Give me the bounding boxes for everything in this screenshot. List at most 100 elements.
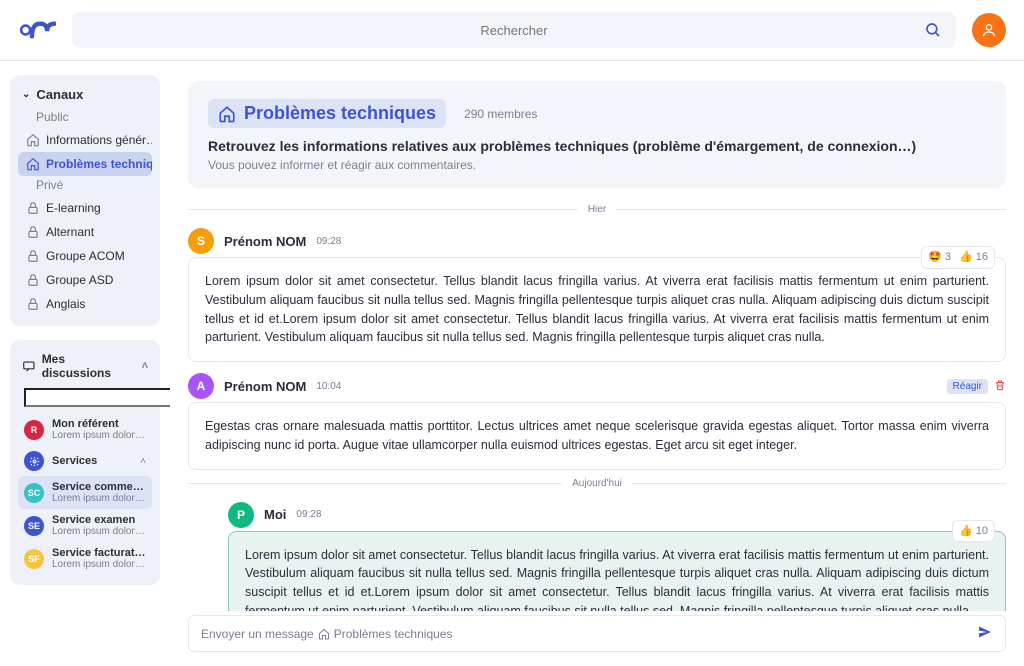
search-input[interactable] (86, 23, 942, 38)
message-own: P Moi 09:28 👍 10 Lorem ipsum dolor sit a… (188, 499, 1006, 612)
discussion-title: Service facturation (52, 547, 146, 559)
avatar: SF (24, 549, 44, 569)
home-icon (26, 133, 40, 147)
search-icon (924, 21, 942, 39)
channel-item-acom[interactable]: Groupe ACOM (18, 244, 152, 268)
channel-name: Problèmes techniques (244, 103, 436, 124)
message-composer[interactable]: Envoyer un message Problèmes techniques (188, 615, 1006, 652)
discussion-sub: Lorem ipsum dolor sit… (52, 559, 146, 570)
channel-item-asd[interactable]: Groupe ASD (18, 268, 152, 292)
channel-item-anglais[interactable]: Anglais (18, 292, 152, 316)
lock-icon (26, 225, 40, 239)
message-body: 👍 10 Lorem ipsum dolor sit amet consecte… (228, 531, 1006, 612)
discussions-header[interactable]: Mes discussions ˄ (18, 350, 152, 386)
discussion-sub: Lorem ipsum dolor sit… (52, 526, 146, 537)
discussion-item-commercial[interactable]: SC Service commercial Lorem ipsum dolor … (18, 476, 152, 509)
lock-icon (26, 201, 40, 215)
channel-badge: Problèmes techniques (208, 99, 446, 128)
discussion-item-facturation[interactable]: SF Service facturation Lorem ipsum dolor… (18, 542, 152, 575)
discussion-title: Service commercial (52, 481, 146, 493)
message-author: Prénom NOM (224, 234, 306, 249)
discussion-sub: Lorem ipsum dolor sit… (52, 430, 146, 441)
avatar: P (228, 502, 254, 528)
reactions-bar: 🤩 3 👍 16 (921, 246, 995, 269)
avatar: SE (24, 516, 44, 536)
message-author: Moi (264, 507, 286, 522)
channels-panel: ⌄ Canaux Public Informations génér… Prob… (10, 75, 160, 326)
date-divider-yesterday: Hier (188, 204, 1006, 215)
discussion-title: Mon référent (52, 418, 146, 430)
main-content: Problèmes techniques 290 membres Retrouv… (170, 61, 1024, 666)
message-feed: Hier S Prénom NOM 09:28 🤩 3 👍 (188, 188, 1006, 611)
profile-button[interactable] (972, 13, 1006, 47)
react-button[interactable]: Réagir (947, 379, 988, 394)
channel-headline: Retrouvez les informations relatives aux… (208, 138, 986, 154)
search-bar[interactable] (72, 12, 956, 48)
chevron-down-icon: ⌄ (22, 89, 30, 100)
discussions-search-input[interactable] (24, 388, 170, 407)
home-icon (218, 105, 236, 123)
nav-label: E-learning (46, 201, 101, 215)
discussions-title: Mes discussions (42, 352, 136, 380)
channels-header[interactable]: ⌄ Canaux (18, 85, 152, 108)
chat-icon (22, 359, 36, 373)
discussion-title: Service examen (52, 514, 146, 526)
reactions-bar: 👍 10 (952, 520, 995, 543)
send-button[interactable] (977, 624, 993, 643)
message-time: 09:28 (296, 509, 321, 520)
lock-icon (26, 249, 40, 263)
chevron-up-icon: ˄ (142, 360, 148, 372)
emoji: 👍 (959, 249, 973, 266)
avatar: SC (24, 483, 44, 503)
channels-public-label[interactable]: Public (18, 108, 152, 128)
discussion-item-examen[interactable]: SE Service examen Lorem ipsum dolor sit… (18, 509, 152, 542)
nav-label: Groupe ASD (46, 273, 113, 287)
channels-title: Canaux (36, 87, 83, 102)
message-text: Lorem ipsum dolor sit amet consectetur. … (205, 274, 989, 344)
services-icon (24, 451, 44, 471)
nav-label: Informations génér… (46, 133, 152, 147)
message-body: 🤩 3 👍 16 Lorem ipsum dolor sit amet cons… (188, 257, 1006, 362)
channel-members: 290 membres (464, 107, 537, 121)
date-divider-today: Aujourd'hui (188, 478, 1006, 489)
channel-item-problems[interactable]: Problèmes techniqu… (18, 152, 152, 176)
message-author: Prénom NOM (224, 379, 306, 394)
app-logo (18, 17, 56, 43)
nav-label: Alternant (46, 225, 94, 239)
channel-item-alternant[interactable]: Alternant (18, 220, 152, 244)
emoji: 👍 (959, 523, 973, 540)
nav-label: Groupe ACOM (46, 249, 125, 263)
reaction[interactable]: 👍 10 (959, 523, 988, 540)
message-time: 09:28 (316, 236, 341, 247)
channel-item-info[interactable]: Informations génér… (18, 128, 152, 152)
home-icon (26, 157, 40, 171)
app-header (0, 0, 1024, 61)
avatar: A (188, 373, 214, 399)
composer-placeholder: Envoyer un message Problèmes techniques (201, 627, 452, 641)
discussion-item-services[interactable]: Services ˄ (18, 446, 152, 476)
discussion-item-referent[interactable]: R Mon référent Lorem ipsum dolor sit… (18, 413, 152, 446)
nav-label: Problèmes techniqu… (46, 157, 152, 171)
reaction[interactable]: 🤩 3 (928, 249, 951, 266)
channel-header: Problèmes techniques 290 membres Retrouv… (188, 81, 1006, 188)
home-icon (318, 628, 330, 640)
lock-icon (26, 297, 40, 311)
reaction[interactable]: 👍 16 (959, 249, 988, 266)
nav-label: Anglais (46, 297, 85, 311)
message-body: Egestas cras ornare malesuada mattis por… (188, 402, 1006, 470)
emoji: 🤩 (928, 249, 942, 266)
delete-button[interactable] (994, 379, 1006, 394)
reaction-count: 10 (976, 523, 988, 540)
message-time: 10:04 (316, 381, 341, 392)
channel-item-elearning[interactable]: E-learning (18, 196, 152, 220)
avatar: S (188, 228, 214, 254)
lock-icon (26, 273, 40, 287)
reaction-count: 16 (976, 249, 988, 266)
channel-description: Vous pouvez informer et réagir aux comme… (208, 158, 986, 172)
discussions-panel: Mes discussions ˄ R Mon référent Lorem i… (10, 340, 160, 585)
discussion-sub: Lorem ipsum dolor sit… (52, 493, 146, 504)
reaction-count: 3 (945, 249, 951, 266)
channels-private-label[interactable]: Privé (18, 176, 152, 196)
avatar: R (24, 420, 44, 440)
discussion-title: Services (52, 455, 97, 467)
